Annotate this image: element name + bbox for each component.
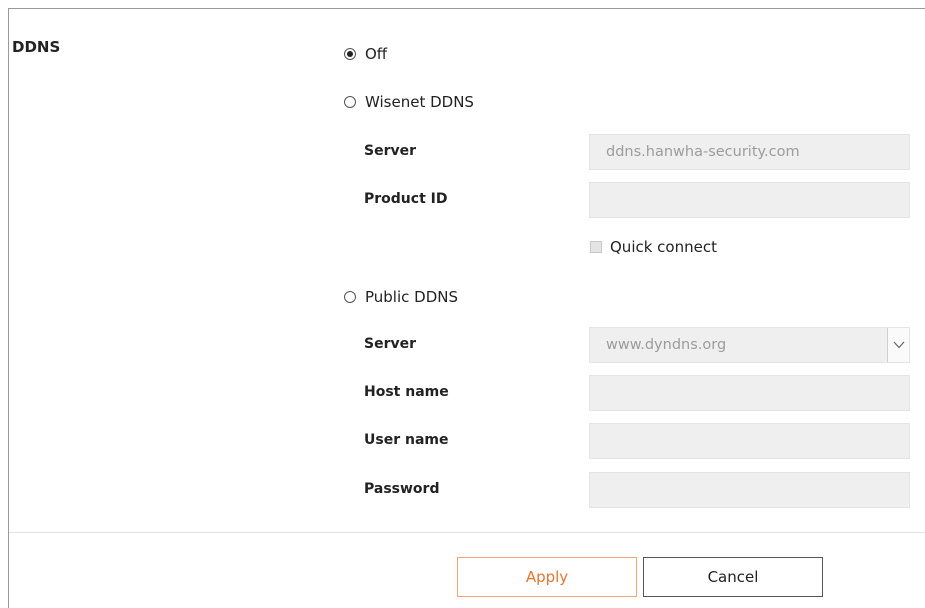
radio-off-label: Off bbox=[365, 45, 388, 63]
host-name-label: Host name bbox=[364, 384, 449, 400]
radio-wisenet[interactable] bbox=[344, 96, 356, 108]
quick-connect-option[interactable]: Quick connect bbox=[590, 238, 717, 256]
apply-button[interactable]: Apply bbox=[457, 557, 637, 597]
radio-public-option[interactable]: Public DDNS bbox=[344, 288, 458, 306]
quick-connect-checkbox[interactable] bbox=[590, 241, 602, 253]
product-id-field[interactable] bbox=[589, 182, 910, 218]
public-server-value: www.dyndns.org bbox=[606, 337, 727, 353]
footer-divider bbox=[9, 532, 925, 533]
quick-connect-label: Quick connect bbox=[610, 238, 717, 256]
product-id-label: Product ID bbox=[364, 191, 448, 207]
dropdown-arrow[interactable] bbox=[887, 328, 909, 362]
wisenet-server-field[interactable]: ddns.hanwha-security.com bbox=[589, 134, 910, 170]
wisenet-server-value: ddns.hanwha-security.com bbox=[606, 144, 800, 160]
password-field[interactable] bbox=[589, 472, 910, 508]
radio-wisenet-option[interactable]: Wisenet DDNS bbox=[344, 93, 474, 111]
chevron-down-icon bbox=[893, 341, 904, 349]
password-label: Password bbox=[364, 481, 440, 497]
radio-public[interactable] bbox=[344, 291, 356, 303]
radio-off-option[interactable]: Off bbox=[344, 45, 387, 63]
user-name-field[interactable] bbox=[589, 423, 910, 459]
radio-public-label: Public DDNS bbox=[365, 288, 459, 306]
public-server-select[interactable]: www.dyndns.org bbox=[589, 327, 910, 363]
wisenet-server-label: Server bbox=[364, 143, 417, 159]
user-name-label: User name bbox=[364, 432, 449, 448]
section-title: DDNS bbox=[12, 38, 61, 56]
public-server-label: Server bbox=[364, 336, 417, 352]
cancel-button[interactable]: Cancel bbox=[643, 557, 823, 597]
radio-off[interactable] bbox=[344, 48, 356, 60]
radio-wisenet-label: Wisenet DDNS bbox=[365, 93, 474, 111]
host-name-field[interactable] bbox=[589, 375, 910, 411]
